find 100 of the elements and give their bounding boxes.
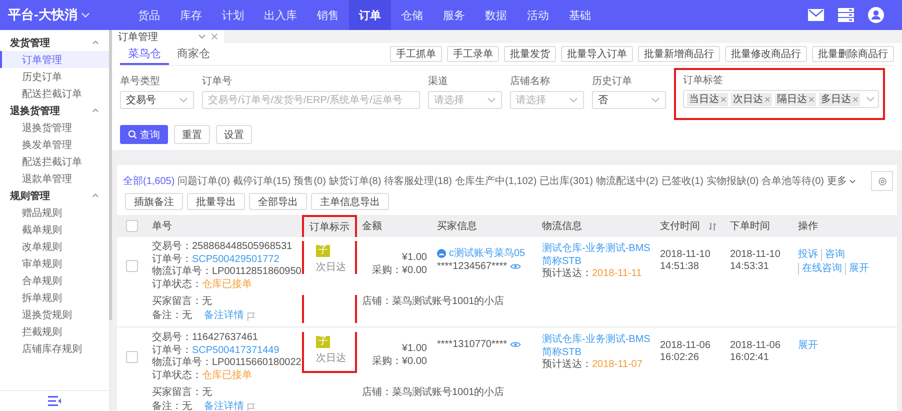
tag-select-field[interactable]: 当日达 次日达 隔日达 多日达 bbox=[683, 90, 879, 108]
action-button[interactable]: 主单信息导出 bbox=[311, 193, 389, 210]
brand-menu[interactable]: 平台-大快消 bbox=[0, 6, 112, 24]
sidebar-group[interactable]: 发货管理 bbox=[0, 34, 109, 51]
sort-icon[interactable] bbox=[709, 222, 716, 230]
collapse-menu-icon[interactable] bbox=[48, 396, 62, 406]
tag-chip[interactable]: 次日达 bbox=[731, 92, 772, 106]
toolbar-button[interactable]: 手工录单 bbox=[447, 46, 499, 62]
sidebar-item[interactable]: 店铺库存规则 bbox=[0, 340, 109, 357]
sidebar-group[interactable]: 退换货管理 bbox=[0, 102, 109, 119]
remark-details-link[interactable]: 备注详情 bbox=[204, 309, 244, 323]
order-number-input[interactable]: 交易号/订单号/发货号/ERP/系统单号/运单号 bbox=[202, 91, 420, 109]
action-button[interactable]: 全部导出 bbox=[249, 193, 307, 210]
nav-item[interactable]: 服务 bbox=[433, 0, 475, 30]
close-icon[interactable] bbox=[853, 96, 858, 102]
eye-icon[interactable] bbox=[510, 263, 522, 270]
sidebar-item[interactable]: 退换货规则 bbox=[0, 306, 109, 323]
sidebar-item[interactable]: 赠品规则 bbox=[0, 204, 109, 221]
status-tab[interactable]: 全部(1,605) bbox=[123, 174, 175, 188]
nav-item[interactable]: 基础 bbox=[559, 0, 601, 30]
nav-item[interactable]: 订单 bbox=[349, 0, 391, 30]
toolbar-button[interactable]: 批量修改商品行 bbox=[725, 46, 807, 62]
sidebar-item[interactable]: 退款单管理 bbox=[0, 170, 109, 187]
action-button[interactable]: 插旗备注 bbox=[125, 193, 183, 210]
sidebar-group[interactable]: 规则管理 bbox=[0, 187, 109, 204]
status-tab[interactable]: 缺货订单(8) bbox=[328, 174, 382, 188]
warehouse-link[interactable]: 测试仓库-业务测试-BMS bbox=[542, 334, 650, 346]
sidebar-item[interactable]: 换发单管理 bbox=[0, 136, 109, 153]
select-field[interactable]: 否 bbox=[592, 91, 666, 109]
close-icon[interactable] bbox=[721, 96, 726, 102]
user-avatar-icon[interactable] bbox=[868, 7, 884, 23]
column-header[interactable]: 支付时间 bbox=[655, 219, 725, 233]
sidebar-item[interactable]: 配送拦截订单 bbox=[0, 85, 109, 102]
tag-chip[interactable]: 多日达 bbox=[819, 92, 860, 106]
eye-icon[interactable] bbox=[510, 341, 522, 348]
close-icon[interactable] bbox=[809, 96, 814, 102]
sidebar-item[interactable]: 退换货管理 bbox=[0, 119, 109, 136]
action-button[interactable]: 批量导出 bbox=[187, 193, 245, 210]
close-icon[interactable] bbox=[211, 33, 218, 40]
select-all-checkbox[interactable] bbox=[126, 220, 138, 232]
row-action-link[interactable]: 在线咨询 bbox=[798, 263, 845, 275]
toolbar-button[interactable]: 批量新增商品行 bbox=[638, 46, 720, 62]
sidebar-item[interactable]: 订单管理 bbox=[0, 51, 109, 68]
status-tab[interactable]: 问题订单(0) bbox=[178, 174, 230, 188]
toolbar-button[interactable]: 批量发货 bbox=[504, 46, 556, 62]
tag-chip[interactable]: 隔日达 bbox=[775, 92, 816, 106]
search-button[interactable]: 查询 bbox=[120, 125, 168, 144]
more-dropdown[interactable]: 更多 bbox=[826, 174, 856, 188]
nav-item[interactable]: 计划 bbox=[212, 0, 254, 30]
row-checkbox[interactable] bbox=[126, 351, 138, 363]
status-tab[interactable]: 已签收(1) bbox=[661, 174, 704, 188]
status-tab[interactable]: 实物报缺(0) bbox=[706, 174, 759, 188]
carrier-link[interactable]: 简称STB bbox=[542, 256, 582, 268]
status-tab[interactable]: 预售(0) bbox=[294, 174, 326, 188]
warehouse-tab[interactable]: 菜鸟仓 bbox=[120, 43, 169, 65]
status-tab[interactable]: 待客服处理(18) bbox=[384, 174, 452, 188]
nav-item[interactable]: 数据 bbox=[475, 0, 517, 30]
status-tab[interactable]: 已出库(301) bbox=[540, 174, 594, 188]
row-checkbox[interactable] bbox=[126, 260, 138, 272]
nav-item[interactable]: 活动 bbox=[517, 0, 559, 30]
toolbar-button[interactable]: 批量导入订单 bbox=[561, 46, 633, 62]
mail-icon[interactable] bbox=[808, 9, 824, 21]
sidebar-item[interactable]: 拦截规则 bbox=[0, 323, 109, 340]
toolbar-button[interactable]: 手工抓单 bbox=[390, 46, 442, 62]
filter-button[interactable]: 设置 bbox=[216, 125, 252, 144]
carrier-link[interactable]: 简称STB bbox=[542, 346, 582, 359]
status-tab[interactable]: 截停订单(15) bbox=[232, 174, 291, 188]
sidebar-item[interactable]: 配送拦截订单 bbox=[0, 153, 109, 170]
settings-button[interactable] bbox=[871, 171, 893, 191]
row-action-link[interactable]: 咨询 bbox=[821, 249, 848, 261]
sidebar-item[interactable]: 审单规则 bbox=[0, 255, 109, 272]
remark-details-link[interactable]: 备注详情 bbox=[204, 400, 244, 411]
filter-button[interactable]: 重置 bbox=[174, 125, 210, 144]
status-tab[interactable]: 物流配送中(2) bbox=[596, 174, 658, 188]
sidebar-item[interactable]: 拆单规则 bbox=[0, 289, 109, 306]
buyer-name-link[interactable]: c测试账号菜鸟05 bbox=[449, 247, 526, 260]
nav-item[interactable]: 库存 bbox=[170, 0, 212, 30]
toolbar-button[interactable]: 批量删除商品行 bbox=[812, 46, 894, 62]
sidebar-item[interactable]: 合单规则 bbox=[0, 272, 109, 289]
close-icon[interactable] bbox=[765, 96, 770, 102]
nav-item[interactable]: 货品 bbox=[128, 0, 170, 30]
server-icon[interactable] bbox=[838, 8, 854, 22]
warehouse-tab[interactable]: 商家仓 bbox=[169, 43, 218, 65]
chevron-down-icon[interactable] bbox=[198, 34, 206, 39]
warehouse-link[interactable]: 测试仓库-业务测试-BMS bbox=[542, 243, 650, 256]
row-action-link[interactable]: 展开 bbox=[798, 340, 821, 352]
flag-icon[interactable] bbox=[247, 312, 255, 320]
row-action-link[interactable]: 投诉 bbox=[798, 249, 821, 261]
status-tab[interactable]: 合单池等待(0) bbox=[762, 174, 824, 188]
nav-item[interactable]: 仓储 bbox=[391, 0, 433, 30]
sidebar-item[interactable]: 截单规则 bbox=[0, 221, 109, 238]
status-tab[interactable]: 仓库生产中(1,102) bbox=[454, 174, 537, 188]
page-tab[interactable]: 订单管理 bbox=[112, 30, 224, 43]
sidebar-item[interactable]: 历史订单 bbox=[0, 68, 109, 85]
flag-icon[interactable] bbox=[247, 402, 255, 411]
nav-item[interactable]: 销售 bbox=[307, 0, 349, 30]
tag-chip[interactable]: 当日达 bbox=[687, 92, 728, 106]
select-field[interactable]: 交易号 bbox=[120, 91, 194, 109]
row-action-link[interactable]: 展开 bbox=[845, 263, 872, 275]
scrollbar-thumb[interactable] bbox=[109, 30, 112, 320]
